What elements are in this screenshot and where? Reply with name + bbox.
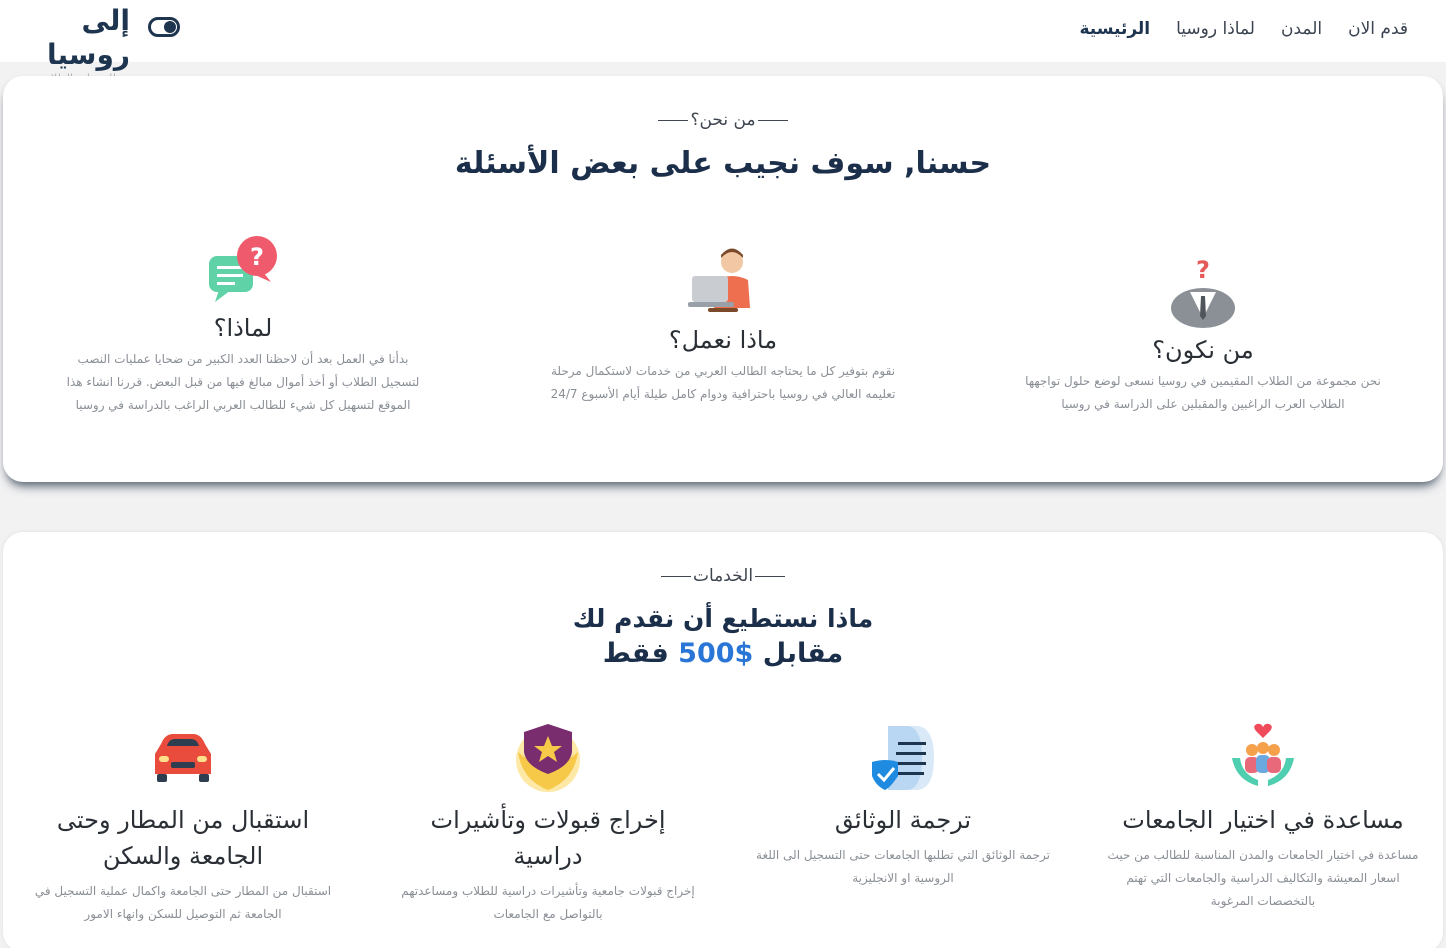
service-airport-pickup: استقبال من المطار وحتى الجامعة والسكن اس… bbox=[33, 722, 333, 926]
brand-logo[interactable]: إلى روسيا للخدمات الطلابية bbox=[6, 4, 130, 85]
about-item-who: ? من نكون؟ نحن مجموعة من الطلاب المقيمين… bbox=[1023, 256, 1383, 416]
about-section: من نحن؟ حسنا, سوف نجيب على بعض الأسئلة ?… bbox=[3, 76, 1443, 482]
about-eyebrow-text: من نحن؟ bbox=[690, 110, 756, 130]
services-eyebrow-text: الخدمات bbox=[692, 566, 754, 586]
service-university-selection-title: مساعدة في اختيار الجامعات bbox=[1122, 806, 1404, 834]
price-prefix: مقابل bbox=[762, 638, 844, 669]
about-item-why-title: لماذا؟ bbox=[213, 314, 273, 342]
about-item-why: ? لماذا؟ بدأنا في العمل بعد أن لاحظنا ال… bbox=[63, 234, 423, 417]
nav-item-apply-now[interactable]: قدم الان bbox=[1348, 16, 1408, 42]
about-item-what-text: نقوم بتوفير كل ما يحتاجه الطالب العربي م… bbox=[550, 364, 896, 401]
about-title: حسنا, سوف نجيب على بعض الأسئلة bbox=[454, 146, 992, 181]
service-document-translation-title: ترجمة الوثائق bbox=[834, 806, 972, 834]
price-suffix: فقط bbox=[602, 638, 669, 669]
chat-question-icon: ? bbox=[209, 236, 277, 302]
about-item-why-text: بدأنا في العمل بعد أن لاحظنا العدد الكبي… bbox=[66, 352, 420, 412]
about-eyebrow: من نحن؟ bbox=[3, 110, 1443, 130]
service-document-translation: ترجمة الوثائق ترجمة الوثائق التي تطلبها … bbox=[748, 722, 1058, 890]
about-item-who-text: نحن مجموعة من الطلاب المقيمين في روسيا ن… bbox=[1025, 374, 1381, 411]
price-amount: $500 bbox=[678, 638, 754, 669]
brand-name: إلى روسيا bbox=[46, 4, 130, 71]
services-title: ماذا نستطيع أن نقدم لك bbox=[572, 604, 874, 633]
theme-toggle[interactable] bbox=[148, 17, 180, 37]
service-admissions-visas: إخراج قبولات وتأشيرات دراسية إخراج قبولا… bbox=[398, 722, 698, 926]
person-laptop-icon bbox=[688, 248, 750, 312]
about-item-what-title: ماذا نعمل؟ bbox=[668, 326, 778, 354]
svg-text:?: ? bbox=[1196, 256, 1210, 284]
about-item-what: ماذا نعمل؟ نقوم بتوفير كل ما يحتاجه الطا… bbox=[543, 246, 903, 406]
helping-hands-icon bbox=[1232, 723, 1294, 786]
services-eyebrow: الخدمات bbox=[3, 566, 1443, 586]
service-admissions-visas-title: إخراج قبولات وتأشيرات دراسية bbox=[430, 806, 666, 870]
person-question-icon: ? bbox=[1171, 256, 1235, 328]
document-check-icon bbox=[872, 726, 934, 790]
service-airport-pickup-text: استقبال من المطار حتى الجامعة واكمال عمل… bbox=[34, 884, 332, 921]
star-badge-icon bbox=[516, 724, 580, 792]
service-admissions-visas-text: إخراج قبولات جامعية وتأشيرات دراسية للطل… bbox=[401, 884, 695, 921]
services-section: الخدمات ماذا نستطيع أن نقدم لك مقابل $50… bbox=[3, 532, 1443, 948]
service-document-translation-text: ترجمة الوثائق التي تطلبها الجامعات حتى ا… bbox=[756, 848, 1050, 885]
main-nav: الرئيسية لماذا روسيا المدن قدم الان bbox=[1079, 16, 1408, 42]
service-airport-pickup-title: استقبال من المطار وحتى الجامعة والسكن bbox=[56, 806, 310, 870]
toggle-knob bbox=[164, 21, 176, 33]
svg-text:?: ? bbox=[250, 243, 264, 271]
services-price-line: مقابل $500 فقط bbox=[3, 638, 1443, 669]
site-header: إلى روسيا للخدمات الطلابية الرئيسية لماذ… bbox=[0, 0, 1446, 85]
nav-item-why-russia[interactable]: لماذا روسيا bbox=[1176, 16, 1255, 42]
nav-item-cities[interactable]: المدن bbox=[1281, 16, 1322, 42]
service-university-selection: مساعدة في اختيار الجامعات مساعدة في اختي… bbox=[1103, 722, 1423, 913]
about-item-who-title: من نكون؟ bbox=[1152, 336, 1254, 364]
car-icon bbox=[155, 734, 211, 782]
service-university-selection-text: مساعدة في اختيار الجامعات والمدن المناسب… bbox=[1107, 848, 1419, 908]
nav-item-home[interactable]: الرئيسية bbox=[1079, 16, 1150, 42]
